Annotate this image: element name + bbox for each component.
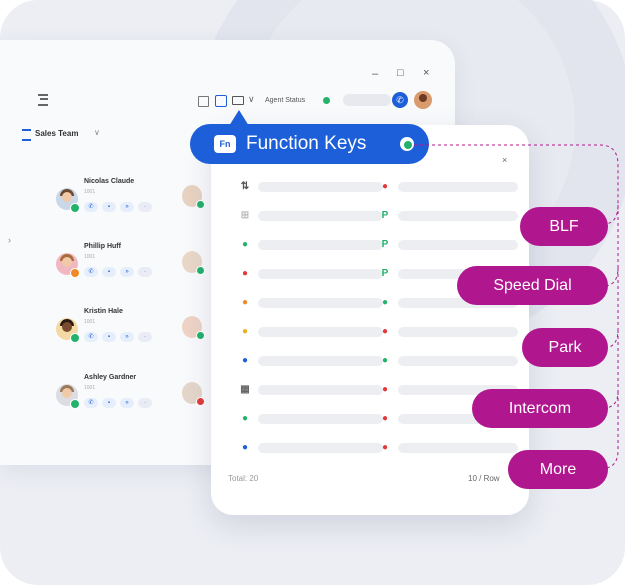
- pill-blf: BLF: [520, 207, 608, 246]
- pill-more: More: [508, 450, 608, 489]
- pill-speed-dial: Speed Dial: [457, 266, 608, 305]
- pill-intercom: Intercom: [472, 389, 608, 428]
- pill-park: Park: [522, 328, 608, 367]
